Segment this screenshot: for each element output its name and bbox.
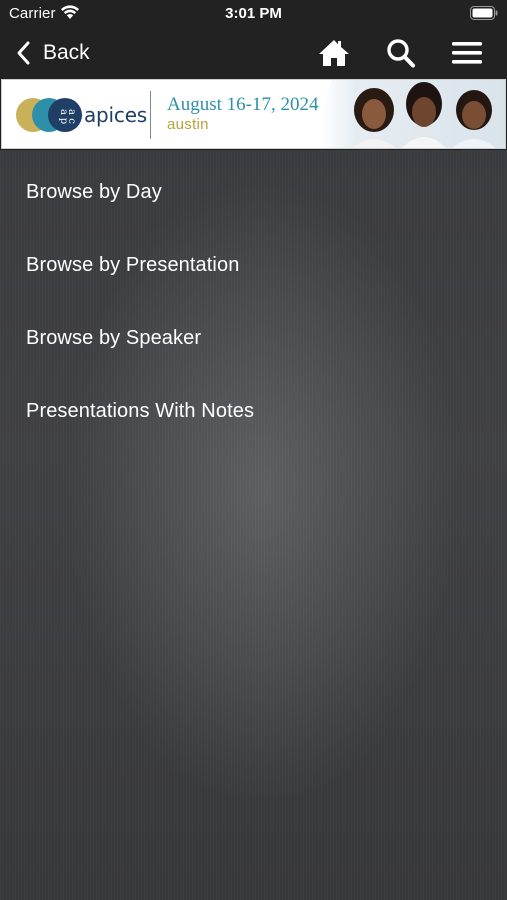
content-area: Browse by Day Browse by Presentation Bro… bbox=[0, 150, 507, 900]
banner-divider bbox=[150, 91, 151, 139]
svg-text:c: c bbox=[66, 118, 77, 124]
brand-name: apices bbox=[84, 103, 148, 127]
hamburger-menu-icon[interactable] bbox=[450, 37, 484, 69]
status-bar: Carrier 3:01 PM bbox=[0, 0, 507, 28]
menu-item-browse-by-day[interactable]: Browse by Day bbox=[0, 164, 507, 237]
search-icon[interactable] bbox=[384, 37, 418, 69]
menu-item-label: Browse by Day bbox=[26, 181, 162, 203]
menu-item-browse-by-speaker[interactable]: Browse by Speaker bbox=[0, 310, 507, 383]
battery-icon bbox=[470, 6, 498, 20]
back-button[interactable]: Back bbox=[14, 37, 90, 69]
menu-item-label: Presentations With Notes bbox=[26, 400, 255, 422]
event-city: austin bbox=[167, 116, 209, 133]
chevron-left-icon bbox=[17, 41, 30, 65]
svg-text:a: a bbox=[66, 109, 77, 115]
navigation-bar: Back bbox=[0, 28, 507, 79]
attendees-photo bbox=[322, 80, 505, 148]
home-icon[interactable] bbox=[317, 37, 351, 69]
browse-menu: Browse by Day Browse by Presentation Bro… bbox=[0, 164, 507, 456]
menu-item-browse-by-presentation[interactable]: Browse by Presentation bbox=[0, 237, 507, 310]
event-date: August 16-17, 2024 bbox=[167, 94, 319, 115]
back-label: Back bbox=[43, 41, 90, 64]
event-banner[interactable]: a p a c apices August 16-17, 2024 austin bbox=[1, 79, 506, 149]
apac-logo-icon: a p a c bbox=[16, 98, 82, 132]
menu-item-label: Browse by Speaker bbox=[26, 327, 202, 349]
menu-item-presentations-with-notes[interactable]: Presentations With Notes bbox=[0, 383, 507, 456]
status-time: 3:01 PM bbox=[225, 5, 282, 22]
menu-item-label: Browse by Presentation bbox=[26, 254, 240, 276]
